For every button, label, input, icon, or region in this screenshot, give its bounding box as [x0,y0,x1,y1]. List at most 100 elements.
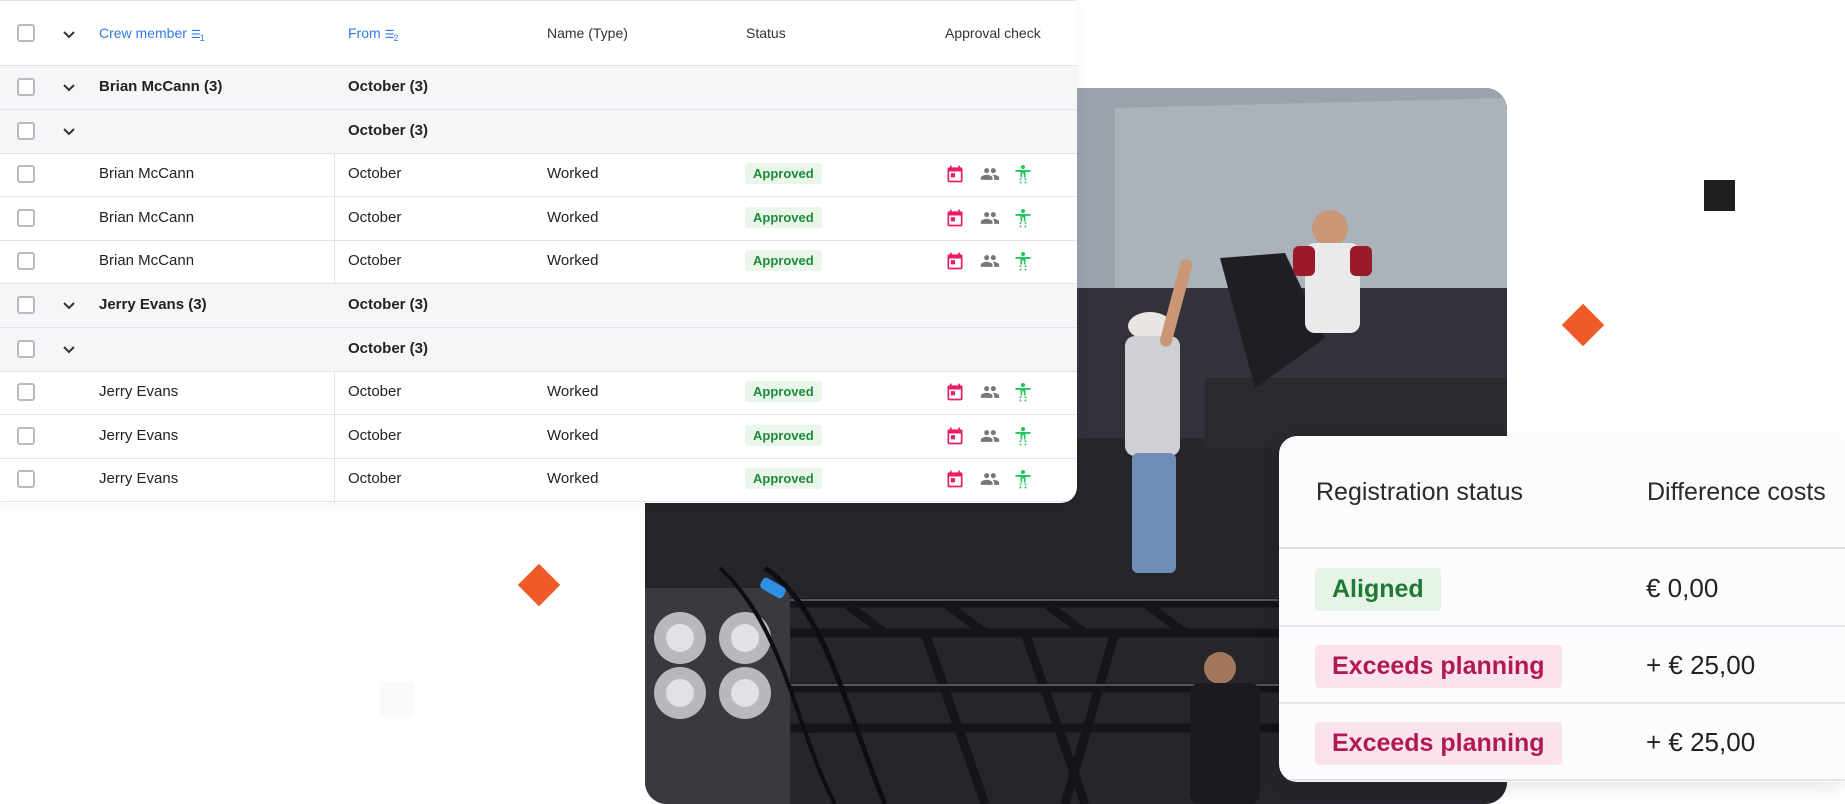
accessibility-icon[interactable] [1013,251,1033,272]
status-badge: Approved [745,206,822,228]
people-icon[interactable] [979,164,1000,184]
sort-icon: ☰1 [190,29,205,44]
accessibility-icon[interactable] [1013,469,1033,490]
group-crew-label: Jerry Evans (3) [99,296,207,313]
group-row[interactable]: October (3) [0,109,1077,154]
faint-square-decoration [380,682,414,716]
from-cell: October [348,426,402,444]
row-checkbox[interactable] [17,426,35,445]
accessibility-icon[interactable] [1013,208,1033,228]
crew-member-cell: Brian McCann [99,208,195,226]
approval-check-icons [945,251,1033,272]
column-header-status[interactable]: Status [746,25,786,41]
sort-order-1: 1 [199,33,205,44]
orange-diamond-decoration [1561,303,1605,347]
name-type-cell: Worked [547,252,599,270]
name-type-cell: Worked [547,165,599,183]
row-checkbox[interactable] [17,383,35,402]
status-badge: Approved [745,424,822,446]
orange-diamond-decoration [517,563,561,607]
approval-check-icons [945,164,1033,185]
select-all-checkbox[interactable] [17,24,35,42]
from-cell: October [348,252,402,270]
name-type-cell: Worked [547,426,599,444]
table-row[interactable]: Brian McCann October Worked Approved [0,153,1077,198]
approval-check-icons [945,208,1033,228]
status-badge: Approved [745,250,822,272]
row-checkbox[interactable] [17,208,35,227]
accessibility-icon[interactable] [1013,164,1033,185]
crew-member-cell: Jerry Evans [99,426,179,444]
dark-square-decoration [1704,180,1735,211]
collapse-all-chevron-icon[interactable] [61,26,77,42]
group-collapse-chevron-icon[interactable] [61,297,77,313]
from-cell: October [348,383,402,401]
registration-status-badge: Aligned [1315,568,1441,611]
table-row[interactable]: Brian McCann October Worked Approved [0,240,1077,285]
column-header-name-type[interactable]: Name (Type) [547,25,628,41]
people-icon[interactable] [979,426,1000,446]
status-badge: Approved [745,163,822,185]
name-type-cell: Worked [547,470,599,488]
calendar-icon[interactable] [945,382,965,402]
group-from-label: October (3) [348,121,429,139]
registration-row: Exceeds planning + € 25,00 [1279,626,1845,704]
from-header-label: From [348,25,381,41]
approval-check-icons [945,426,1033,446]
calendar-icon[interactable] [945,164,965,184]
group-crew-label: Brian McCann (3) [99,78,223,95]
row-checkbox[interactable] [17,252,35,271]
row-checkbox[interactable] [17,121,35,140]
row-checkbox[interactable] [17,78,35,96]
crew-member-cell: Jerry Evans [99,383,179,401]
crew-member-header-label: Crew member [99,25,187,41]
column-header-approval-check[interactable]: Approval check [945,25,1041,41]
accessibility-icon[interactable] [1013,426,1033,446]
people-icon[interactable] [979,382,1000,402]
crew-member-cell: Jerry Evans [99,470,179,488]
group-collapse-chevron-icon[interactable] [61,79,77,95]
registration-row: Aligned € 0,00 [1279,549,1845,627]
table-row[interactable]: Brian McCann October Worked Approved [0,197,1077,241]
table-row[interactable]: Jerry Evans October Worked Approved [0,458,1077,503]
column-header-crew-member[interactable]: Crew member ☰1 [99,25,205,44]
row-checkbox[interactable] [17,470,35,489]
name-type-cell: Worked [547,208,599,226]
calendar-icon[interactable] [945,208,965,228]
group-row[interactable]: Brian McCann (3) October (3) [0,66,1077,110]
calendar-icon[interactable] [945,469,965,489]
group-row[interactable]: October (3) [0,327,1077,372]
people-icon[interactable] [979,208,1000,228]
registration-status-badge: Exceeds planning [1315,645,1562,688]
row-checkbox[interactable] [17,296,35,314]
column-header-from[interactable]: From ☰2 [348,25,399,44]
group-from-label: October (3) [348,296,429,313]
group-collapse-chevron-icon[interactable] [61,341,77,357]
group-collapse-chevron-icon[interactable] [61,123,77,139]
row-checkbox[interactable] [17,165,35,184]
table-row[interactable]: Jerry Evans October Worked Approved [0,371,1077,416]
calendar-icon[interactable] [945,251,965,271]
registration-row: Exceeds planning + € 25,00 [1279,703,1845,781]
crew-member-cell: Brian McCann [99,252,195,270]
calendar-icon[interactable] [945,426,965,446]
registration-header-row: Registration status Difference costs [1279,436,1845,549]
sort-order-2: 2 [393,33,399,44]
approval-check-icons [945,382,1033,403]
group-row[interactable]: Jerry Evans (3) October (3) [0,284,1077,328]
registration-status-card: Registration status Difference costs Ali… [1279,436,1845,782]
status-badge: Approved [745,381,822,403]
name-type-cell: Worked [547,383,599,401]
difference-cost-value: + € 25,00 [1646,727,1756,757]
approval-check-icons [945,469,1033,490]
difference-costs-header: Difference costs [1647,478,1826,506]
people-icon[interactable] [979,251,1000,271]
difference-cost-value: € 0,00 [1646,573,1719,603]
row-checkbox[interactable] [17,339,35,358]
accessibility-icon[interactable] [1013,382,1033,403]
people-icon[interactable] [979,469,1000,489]
status-badge: Approved [745,468,822,490]
group-from-label: October (3) [348,339,429,357]
from-cell: October [348,208,402,226]
table-row[interactable]: Jerry Evans October Worked Approved [0,415,1077,459]
